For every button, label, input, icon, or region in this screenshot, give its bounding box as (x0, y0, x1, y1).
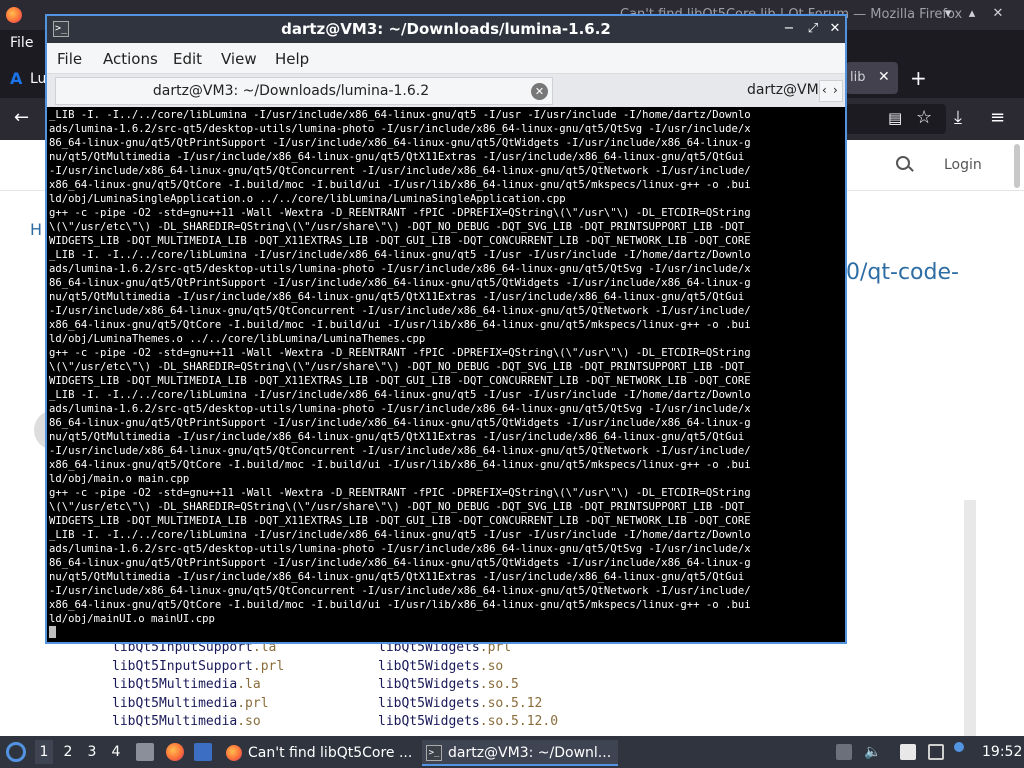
bookmark-star-icon[interactable]: ☆ (916, 108, 932, 128)
tab-favicon-icon: A (10, 69, 23, 88)
page-scrollbar[interactable] (1014, 144, 1020, 188)
firefox-launcher-icon[interactable] (166, 743, 184, 761)
volume-icon[interactable]: 🔈 (864, 744, 881, 760)
back-icon[interactable]: ← (14, 108, 29, 128)
search-icon[interactable] (896, 156, 910, 170)
file-entry: libQt5Widgets.so.5 (378, 677, 519, 692)
tab-label: Lu (30, 71, 47, 87)
terminal-tabbar: dartz@VM3: ~/Downloads/lumina-1.6.2 ✕ da… (47, 74, 845, 107)
terminal-window[interactable]: >_ dartz@VM3: ~/Downloads/lumina-1.6.2 −… (45, 14, 847, 644)
file-entry: libQt5InputSupport.prl (112, 659, 285, 674)
workspace-2[interactable]: 2 (59, 744, 77, 760)
tab-close-icon[interactable]: ✕ (531, 83, 548, 100)
topic-title-fragment[interactable]: 0/qt-code- (846, 260, 959, 285)
hamburger-menu-icon[interactable]: ≡ (990, 108, 1005, 128)
reader-view-icon[interactable]: ▤ (888, 108, 902, 128)
file-entry: libQt5Multimedia.so (112, 714, 261, 729)
minimize-icon[interactable]: ▾ (940, 6, 956, 22)
terminal-menubar: File Actions Edit View Help (47, 43, 845, 74)
maximize-icon[interactable]: ⤢ (805, 20, 821, 38)
terminal-tab-2[interactable]: dartz@VM3 (557, 77, 819, 105)
maximize-icon[interactable]: ▴ (964, 6, 980, 22)
menu-file[interactable]: File (10, 35, 33, 51)
task-label: dartz@VM3: ~/Downl... (448, 745, 612, 761)
file-entry: libQt5Widgets.so.5.12.0 (378, 714, 559, 729)
close-icon[interactable]: ✕ (990, 6, 1006, 22)
clipboard-tray-icon[interactable] (836, 744, 852, 760)
new-tab-icon[interactable]: + (910, 66, 927, 90)
chevron-right-icon[interactable]: › (833, 83, 838, 97)
display-tray-icon[interactable] (928, 744, 944, 760)
desktop-icon[interactable] (194, 743, 212, 761)
login-link[interactable]: Login (944, 157, 982, 173)
close-icon[interactable]: ✕ (827, 20, 843, 38)
notes-tray-icon[interactable] (900, 744, 916, 760)
menu-view[interactable]: View (221, 50, 257, 68)
clock: 19:52 (982, 744, 1023, 760)
terminal-window-title: dartz@VM3: ~/Downloads/lumina-1.6.2 (281, 20, 611, 38)
menu-actions[interactable]: Actions (103, 50, 158, 68)
terminal-titlebar[interactable]: >_ dartz@VM3: ~/Downloads/lumina-1.6.2 −… (47, 16, 845, 43)
terminal-icon: >_ (426, 745, 442, 761)
terminal-tab-active[interactable]: dartz@VM3: ~/Downloads/lumina-1.6.2 ✕ (55, 77, 553, 105)
tab-label: dartz@VM3: ~/Downloads/lumina-1.6.2 (152, 83, 430, 99)
start-menu-icon[interactable] (6, 742, 26, 762)
menu-edit[interactable]: Edit (173, 50, 202, 68)
notification-icon[interactable] (954, 742, 964, 752)
menu-help[interactable]: Help (275, 50, 309, 68)
terminal-cursor (49, 626, 56, 638)
terminal-output-text: _LIB -I. -I../../core/libLumina -I/usr/i… (49, 109, 751, 625)
file-entry: libQt5Widgets.so.5.12 (378, 696, 543, 711)
tab-label: dartz@VM3 (747, 82, 819, 98)
taskbar-task-firefox[interactable]: Can't find libQt5Core ... (222, 740, 418, 766)
file-entry: libQt5Widgets.so (378, 659, 504, 674)
browser-tab-active[interactable]: lib ✕ (846, 62, 898, 94)
taskbar-task-terminal[interactable]: >_ dartz@VM3: ~/Downl... (422, 740, 618, 766)
firefox-logo-icon (6, 7, 22, 23)
downloads-icon[interactable]: ⤓ (954, 108, 962, 128)
breadcrumb-fragment[interactable]: H (30, 220, 42, 239)
firefox-icon (226, 745, 242, 761)
workspace-3[interactable]: 3 (83, 744, 101, 760)
code-block-scrollbar[interactable] (964, 500, 976, 736)
file-entry: libQt5Multimedia.prl (112, 696, 269, 711)
menu-file[interactable]: File (57, 50, 82, 68)
tab-close-icon[interactable]: ✕ (878, 69, 890, 85)
tab-scroll-buttons[interactable]: ‹ › (819, 80, 843, 102)
workspace-1[interactable]: 1 (35, 740, 53, 764)
browser-tab-left[interactable]: A Lu (8, 66, 48, 94)
file-manager-icon[interactable] (136, 743, 154, 761)
workspace-4[interactable]: 4 (107, 744, 125, 760)
file-entry: libQt5Multimedia.la (112, 677, 261, 692)
tab-label: lib (850, 70, 866, 85)
chevron-left-icon[interactable]: ‹ (822, 83, 827, 97)
task-label: Can't find libQt5Core ... (248, 745, 413, 761)
minimize-icon[interactable]: − (781, 20, 797, 38)
taskbar: 1 2 3 4 Can't find libQt5Core ... >_ dart… (0, 736, 1024, 768)
terminal-output-area[interactable]: _LIB -I. -I../../core/libLumina -I/usr/i… (47, 108, 845, 642)
